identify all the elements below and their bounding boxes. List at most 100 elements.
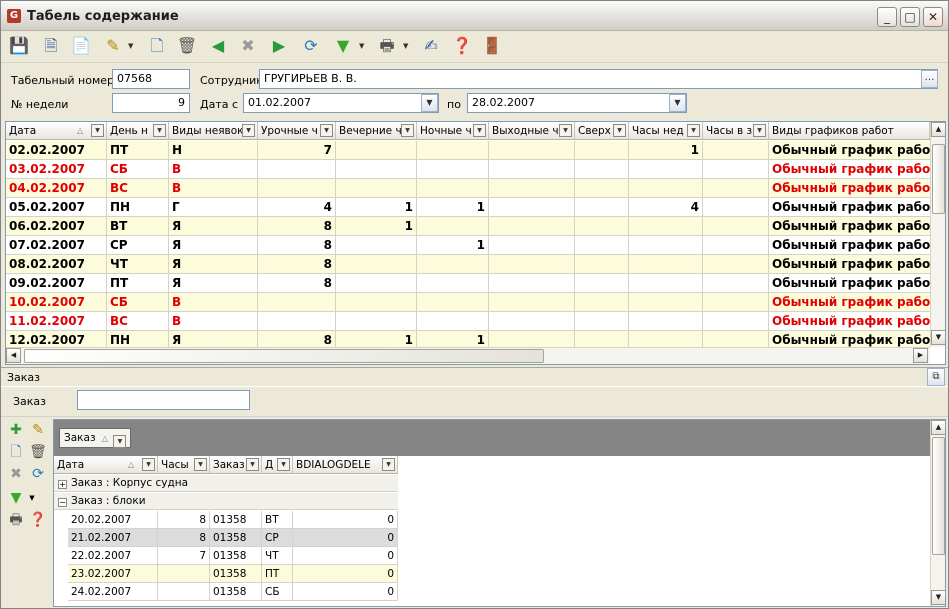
column-filter-button[interactable]: ▼ — [401, 124, 414, 137]
cell-schedule-type[interactable]: Обычный график работ — [769, 293, 930, 312]
group-by-tag[interactable]: Заказ △ ▼ — [59, 428, 132, 448]
cell-evening-hours[interactable] — [336, 160, 417, 179]
cell-evening-hours[interactable] — [336, 236, 417, 255]
cell-regular-hours[interactable]: 8 — [258, 255, 336, 274]
cell-evening-hours[interactable] — [336, 312, 417, 331]
cell-regular-hours[interactable]: 8 — [258, 331, 336, 347]
cell-absence-type[interactable]: В — [169, 160, 258, 179]
cell-holiday-hours[interactable] — [703, 312, 769, 331]
cell-overtime[interactable] — [575, 331, 629, 347]
cell-week-hours[interactable] — [629, 293, 703, 312]
column-header-hours[interactable]: Часы ▼ — [158, 456, 210, 473]
cell-schedule-type[interactable]: Обычный график работ — [769, 255, 930, 274]
column-header-week-hours[interactable]: Часы нед ▼ — [629, 122, 703, 139]
cell-weekend-hours[interactable] — [489, 179, 575, 198]
cell-regular-hours[interactable]: 7 — [258, 141, 336, 160]
cell-weekend-hours[interactable] — [489, 331, 575, 347]
table-row[interactable]: 07.02.2007 СР Я 8 1 Обычный график работ — [6, 236, 930, 255]
cell-schedule-type[interactable]: Обычный график работ — [769, 217, 930, 236]
minimize-button[interactable]: _ — [877, 7, 897, 27]
cell-day[interactable]: ВТ — [107, 217, 169, 236]
cell-order[interactable]: 01358 — [210, 583, 262, 601]
group-row[interactable]: + Заказ : Корпус судна — [54, 475, 398, 492]
restore-panel-button[interactable]: ⧉ — [927, 368, 945, 386]
cell-holiday-hours[interactable] — [703, 293, 769, 312]
column-header-regular-hours[interactable]: Урочные ч ▼ — [258, 122, 336, 139]
order-refresh-button[interactable]: ⟳ — [29, 465, 47, 483]
cell-night-hours[interactable]: 1 — [417, 331, 489, 347]
new-record-button[interactable]: 🗋 — [145, 34, 169, 58]
cell-regular-hours[interactable]: 4 — [258, 198, 336, 217]
cell-week-hours[interactable] — [629, 236, 703, 255]
document-list-button[interactable]: 📄 — [69, 34, 93, 58]
column-filter-button[interactable]: ▼ — [613, 124, 626, 137]
order-edit-button[interactable]: ✎ — [29, 421, 47, 439]
cell-schedule-type[interactable]: Обычный график работ — [769, 312, 930, 331]
cell-night-hours[interactable] — [417, 141, 489, 160]
cell-hours[interactable]: 7 — [158, 547, 210, 565]
cell-night-hours[interactable]: 1 — [417, 236, 489, 255]
column-header-day[interactable]: День н ▼ — [107, 122, 169, 139]
timesheet-horizontal-scrollbar[interactable]: ◀ ▶ — [6, 347, 930, 364]
cell-holiday-hours[interactable] — [703, 198, 769, 217]
date-to-field[interactable]: 28.02.2007 — [467, 93, 687, 113]
cell-bdialogdelete[interactable]: 0 — [293, 565, 398, 583]
cell-schedule-type[interactable]: Обычный график работ — [769, 141, 930, 160]
cell-day[interactable]: СБ — [107, 293, 169, 312]
cell-day[interactable]: ПН — [107, 198, 169, 217]
cell-day[interactable]: СБ — [107, 160, 169, 179]
filter-button[interactable]: ▼ — [331, 34, 355, 58]
cell-date[interactable]: 05.02.2007 — [6, 198, 107, 217]
column-filter-button[interactable]: ▼ — [246, 458, 259, 471]
cell-date[interactable]: 12.02.2007 — [6, 331, 107, 347]
cell-night-hours[interactable]: 1 — [417, 198, 489, 217]
cell-week-hours[interactable] — [629, 217, 703, 236]
cell-day[interactable]: ЧТ — [107, 255, 169, 274]
cell-hours[interactable]: 8 — [158, 511, 210, 529]
cell-date[interactable]: 04.02.2007 — [6, 179, 107, 198]
cell-weekend-hours[interactable] — [489, 141, 575, 160]
table-row[interactable]: 12.02.2007 ПН Я 8 1 1 Обычный график работ — [6, 331, 930, 347]
table-row[interactable]: 06.02.2007 ВТ Я 8 1 Обычный график работ — [6, 217, 930, 236]
table-row[interactable]: 20.02.2007 8 01358 ВТ 0 — [68, 511, 398, 529]
table-row[interactable]: 24.02.2007 01358 СБ 0 — [68, 583, 398, 601]
employee-field[interactable]: ГРУГИРЬЕВ В. В. — [259, 69, 938, 89]
cell-week-hours[interactable] — [629, 331, 703, 347]
column-header-date[interactable]: Дата △ ▼ — [6, 122, 107, 139]
cell-day[interactable]: ВТ — [262, 511, 293, 529]
column-header-night-hours[interactable]: Ночные ч ▼ — [417, 122, 489, 139]
cell-absence-type[interactable]: В — [169, 179, 258, 198]
cell-day[interactable]: ПТ — [262, 565, 293, 583]
scroll-thumb[interactable] — [932, 144, 945, 214]
column-header-date[interactable]: Дата △ ▼ — [54, 456, 158, 473]
cell-absence-type[interactable]: Я — [169, 331, 258, 347]
cell-weekend-hours[interactable] — [489, 217, 575, 236]
column-filter-button[interactable]: ▼ — [91, 124, 104, 137]
cell-overtime[interactable] — [575, 312, 629, 331]
table-row[interactable]: 10.02.2007 СБ В Обычный график работ — [6, 293, 930, 312]
column-filter-button[interactable]: ▼ — [320, 124, 333, 137]
cell-weekend-hours[interactable] — [489, 236, 575, 255]
open-document-button[interactable]: 🗎 — [39, 34, 63, 58]
table-row[interactable]: 23.02.2007 01358 ПТ 0 — [68, 565, 398, 583]
order-filter-field[interactable] — [77, 390, 250, 410]
cell-evening-hours[interactable] — [336, 255, 417, 274]
cell-overtime[interactable] — [575, 274, 629, 293]
cell-weekend-hours[interactable] — [489, 255, 575, 274]
scroll-left-button[interactable]: ◀ — [6, 348, 21, 363]
column-filter-button[interactable]: ▼ — [473, 124, 486, 137]
cell-regular-hours[interactable] — [258, 293, 336, 312]
cell-schedule-type[interactable]: Обычный график работ — [769, 198, 930, 217]
table-row[interactable]: 02.02.2007 ПТ Н 7 1 Обычный график работ — [6, 141, 930, 160]
scroll-down-button[interactable]: ▼ — [931, 330, 945, 345]
column-header-weekend-hours[interactable]: Выходные ч ▼ — [489, 122, 575, 139]
edit-button[interactable]: ✎ — [101, 34, 125, 58]
cell-schedule-type[interactable]: Обычный график работ — [769, 179, 930, 198]
cell-overtime[interactable] — [575, 141, 629, 160]
cell-week-hours[interactable] — [629, 274, 703, 293]
column-filter-button[interactable]: ▼ — [277, 458, 290, 471]
cell-bdialogdelete[interactable]: 0 — [293, 511, 398, 529]
cell-overtime[interactable] — [575, 236, 629, 255]
column-filter-button[interactable]: ▼ — [194, 458, 207, 471]
cell-holiday-hours[interactable] — [703, 255, 769, 274]
